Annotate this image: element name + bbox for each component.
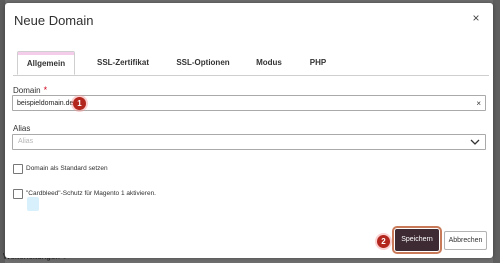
alias-select[interactable]: Alias [12, 134, 486, 150]
tab-allgemein[interactable]: Allgemein [17, 51, 75, 75]
domain-label: Domain * [13, 85, 47, 95]
domain-input-value: beispieldomain.de [17, 100, 74, 107]
tab-label: Allgemein [26, 59, 66, 68]
tab-focus-highlight [18, 52, 74, 55]
default-domain-label: Domain als Standard setzen [26, 165, 108, 172]
tab-bar: Allgemein SSL-Zertifikat SSL-Optionen Mo… [13, 51, 489, 76]
cardbleed-label: "Cardbleed"-Schutz für Magento 1 aktivie… [26, 190, 156, 197]
modal-title: Neue Domain [14, 13, 94, 28]
new-domain-modal: Neue Domain × Allgemein SSL-Zertifikat S… [5, 3, 493, 258]
cardbleed-checkbox[interactable] [13, 189, 23, 199]
domain-label-text: Domain [13, 86, 41, 95]
tab-label: SSL-Zertifikat [96, 58, 149, 67]
tab-modus[interactable]: Modus [249, 51, 289, 75]
tab-label: PHP [309, 58, 327, 67]
clear-icon[interactable]: × [476, 96, 481, 111]
save-button[interactable]: Speichern [392, 226, 442, 254]
alias-label: Alias [13, 124, 31, 133]
tab-ssl-optionen[interactable]: SSL-Optionen [171, 51, 235, 75]
step-badge-2: 2 [377, 235, 390, 248]
chevron-down-icon[interactable] [470, 138, 480, 146]
cursor-highlight [27, 197, 39, 211]
tab-label: Modus [256, 58, 282, 67]
required-mark: * [43, 85, 48, 95]
tab-php[interactable]: PHP [303, 51, 333, 75]
close-icon[interactable]: × [470, 12, 482, 24]
default-domain-checkbox[interactable] [13, 164, 23, 174]
tab-label: SSL-Optionen [176, 58, 230, 67]
cancel-button[interactable]: Abbrechen [444, 231, 487, 250]
tab-ssl-zertifikat[interactable]: SSL-Zertifikat [87, 51, 159, 75]
step-badge-1: 1 [73, 97, 86, 110]
background-page-edge-right [493, 0, 500, 263]
alias-placeholder: Alias [18, 138, 34, 145]
